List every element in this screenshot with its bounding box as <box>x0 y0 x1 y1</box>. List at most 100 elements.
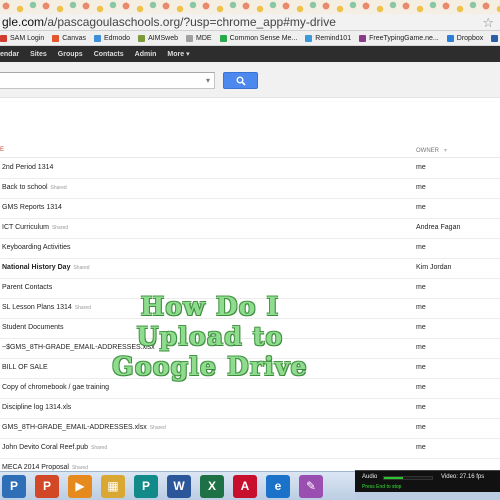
file-owner: me <box>416 384 426 391</box>
bookmark-star-icon[interactable]: ☆ <box>482 14 494 31</box>
bookmark-item[interactable]: Canvas <box>52 34 86 42</box>
file-row[interactable]: Keyboarding Activities me <box>0 239 500 259</box>
file-name[interactable]: Copy of chromebook / gae training <box>2 384 109 391</box>
bookmark-item[interactable]: MDE <box>186 34 212 42</box>
gbar-item-contacts[interactable]: Contacts <box>94 51 124 58</box>
owner-header-label: OWNER <box>416 148 439 154</box>
internet-explorer-icon[interactable]: e <box>266 474 290 498</box>
bookmark-item[interactable]: Remind101 <box>305 34 351 42</box>
search-options-chevron-down-icon[interactable]: ▾ <box>206 76 210 85</box>
file-owner: Kim Jordan <box>416 264 452 271</box>
powerpoint-icon[interactable]: P <box>35 474 59 498</box>
edmodo-icon <box>93 34 101 42</box>
bookmark-label: MDE <box>196 34 212 42</box>
acrobat-icon[interactable]: A <box>233 474 257 498</box>
address-bar[interactable]: gle.com/a/pascagoulaschools.org/?usp=chr… <box>0 14 500 31</box>
overlay-line-3: Google Drive <box>112 352 308 381</box>
bookmark-label: FreeTypingGame.ne... <box>369 34 439 42</box>
file-row[interactable]: National History Day Shared Kim Jordan <box>0 259 500 279</box>
shared-label: Shared <box>51 225 69 231</box>
url-text[interactable]: gle.com/a/pascagoulaschools.org/?usp=chr… <box>2 15 336 29</box>
video-title-overlay: How Do I Upload to Google Drive <box>110 292 310 382</box>
learning-icon <box>491 34 499 42</box>
file-owner: me <box>416 324 426 331</box>
gbar-item-admin[interactable]: Admin <box>135 51 157 58</box>
file-name[interactable]: Discipline log 1314.xls <box>2 404 71 411</box>
audio-level-fill <box>384 477 404 479</box>
taskbar-tray <box>355 492 500 500</box>
file-name[interactable]: GMS Reports 1314 <box>2 204 62 211</box>
recorder-stop-hint: Press End to stop <box>362 484 402 490</box>
overlay-line-2: Upload to <box>136 322 284 351</box>
file-owner: me <box>416 284 426 291</box>
paint-icon[interactable]: ✎ <box>299 474 323 498</box>
shared-label: Shared <box>50 185 67 191</box>
file-name[interactable]: 2nd Period 1314 <box>2 164 53 171</box>
file-owner: me <box>416 184 426 191</box>
url-path: /a/pascagoulaschools.org/?usp=chrome_app… <box>44 15 336 29</box>
file-row[interactable]: John Devito Coral Reef.pub Shared me <box>0 439 500 459</box>
bookmark-item[interactable]: Dropbox <box>446 34 483 42</box>
title-column-header[interactable]: E <box>0 147 4 153</box>
file-owner: me <box>416 364 426 371</box>
bookmark-label: Edmodo <box>103 34 131 42</box>
shared-label: Shared <box>91 445 108 451</box>
file-name-text: ICT Curriculum <box>2 224 49 231</box>
aimsweb-icon <box>138 34 146 42</box>
file-name-text: Parent Contacts <box>2 284 53 291</box>
gbar-item-more[interactable]: More <box>167 50 189 58</box>
file-row[interactable]: GMS_8TH-GRADE_EMAIL-ADDRESSES.xlsx Shared… <box>0 419 500 439</box>
file-name[interactable]: ICT Curriculum Shared <box>2 224 68 231</box>
search-input[interactable]: ▾ <box>0 72 215 89</box>
dropbox-icon <box>446 34 454 42</box>
file-row[interactable]: 2nd Period 1314 me <box>0 159 500 179</box>
file-row[interactable]: Copy of chromebook / gae training me <box>0 379 500 399</box>
file-name[interactable]: John Devito Coral Reef.pub Shared <box>2 444 107 451</box>
file-name[interactable]: Back to school Shared <box>2 184 67 191</box>
bookmark-item[interactable]: SAM Login <box>0 34 45 42</box>
gbar-item-endar[interactable]: endar <box>0 51 19 58</box>
bookmark-label: AIMSweb <box>148 34 179 42</box>
bookmark-item[interactable]: Common Sense Me... <box>219 34 297 42</box>
file-name[interactable]: National History Day Shared <box>2 264 90 271</box>
search-button[interactable] <box>223 72 258 89</box>
file-row[interactable]: GMS Reports 1314 me <box>0 199 500 219</box>
screen-recorder-panel: Audio Video: 27.16 fps Press End to stop <box>355 470 500 492</box>
list-column-header: E OWNER ▾ <box>0 142 500 158</box>
file-name[interactable]: SL Lesson Plans 1314 Shared <box>2 304 91 311</box>
browser-theme-strip <box>0 0 500 14</box>
file-row[interactable]: Back to school Shared me <box>0 179 500 199</box>
excel-icon[interactable]: X <box>200 474 224 498</box>
bookmark-label: SAM Login <box>10 34 45 42</box>
file-row[interactable]: Discipline log 1314.xls me <box>0 399 500 419</box>
file-name[interactable]: BILL OF SALE <box>2 364 48 371</box>
file-name-text: Back to school <box>2 184 48 191</box>
file-name[interactable]: Keyboarding Activities <box>2 244 70 251</box>
file-name[interactable]: MECA 2014 Proposal Shared <box>2 464 88 471</box>
recorder-video-label: Video: 27.16 fps <box>441 474 485 480</box>
publisher-icon[interactable]: P <box>2 474 26 498</box>
file-name[interactable]: Student Documents <box>2 324 63 331</box>
gbar-item-groups[interactable]: Groups <box>58 51 83 58</box>
file-row[interactable]: ICT Curriculum Shared Andrea Fagan <box>0 219 500 239</box>
gbar-item-sites[interactable]: Sites <box>30 51 47 58</box>
publisher-doc-icon[interactable]: P <box>134 474 158 498</box>
sam-icon <box>0 34 7 42</box>
file-owner: me <box>416 344 426 351</box>
file-owner: me <box>416 204 426 211</box>
file-owner: Andrea Fagan <box>416 224 461 231</box>
media-player-icon[interactable]: ▶ <box>68 474 92 498</box>
file-owner: me <box>416 424 426 431</box>
canvas-icon <box>52 34 60 42</box>
bookmark-item[interactable]: Edmodo <box>93 34 131 42</box>
word-icon[interactable]: W <box>167 474 191 498</box>
bookmark-item[interactable]: FreeTypingGame.ne... <box>359 34 439 42</box>
file-name-text: BILL OF SALE <box>2 364 48 371</box>
remind-icon <box>305 34 313 42</box>
file-name[interactable]: Parent Contacts <box>2 284 52 291</box>
file-name[interactable]: GMS_8TH-GRADE_EMAIL-ADDRESSES.xlsx Shared <box>2 424 166 431</box>
bookmark-item[interactable]: Learni <box>491 34 500 42</box>
owner-column-header[interactable]: OWNER ▾ <box>416 147 447 154</box>
windows-explorer-icon[interactable]: ▦ <box>101 474 125 498</box>
bookmark-item[interactable]: AIMSweb <box>138 34 179 42</box>
